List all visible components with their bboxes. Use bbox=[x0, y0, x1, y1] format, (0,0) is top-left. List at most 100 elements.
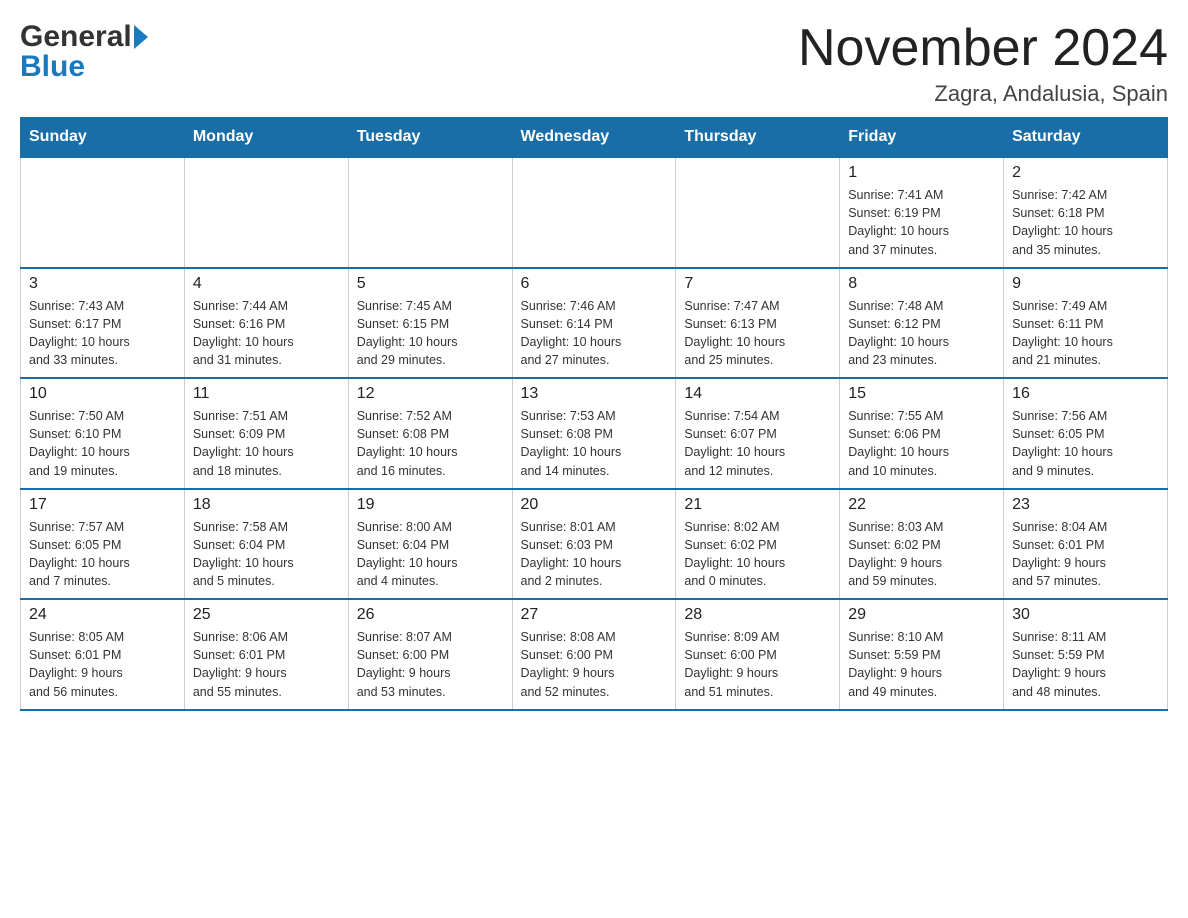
calendar-header-saturday: Saturday bbox=[1004, 118, 1168, 158]
day-info: Sunrise: 7:50 AMSunset: 6:10 PMDaylight:… bbox=[29, 407, 176, 480]
day-number: 3 bbox=[29, 275, 176, 293]
calendar-cell: 16 Sunrise: 7:56 AMSunset: 6:05 PMDayligh… bbox=[1004, 378, 1168, 489]
day-info: Sunrise: 8:07 AMSunset: 6:00 PMDaylight:… bbox=[357, 628, 504, 701]
calendar-cell: 24Sunrise: 8:05 AMSunset: 6:01 PMDayligh… bbox=[21, 599, 185, 710]
calendar-cell: 29Sunrise: 8:10 AMSunset: 5:59 PMDayligh… bbox=[840, 599, 1004, 710]
calendar-week-row: 17Sunrise: 7:57 AMSunset: 6:05 PMDayligh… bbox=[21, 489, 1168, 600]
logo-general-text: General bbox=[20, 20, 132, 54]
day-number: 6 bbox=[521, 275, 668, 293]
day-info: Sunrise: 8:05 AMSunset: 6:01 PMDaylight:… bbox=[29, 628, 176, 701]
calendar-cell: 11Sunrise: 7:51 AMSunset: 6:09 PMDayligh… bbox=[184, 378, 348, 489]
day-number: 2 bbox=[1012, 164, 1159, 182]
day-number: 28 bbox=[684, 606, 831, 624]
calendar-header-tuesday: Tuesday bbox=[348, 118, 512, 158]
day-info: Sunrise: 7:53 AMSunset: 6:08 PMDaylight:… bbox=[521, 407, 668, 480]
calendar-cell bbox=[348, 157, 512, 268]
day-number: 5 bbox=[357, 275, 504, 293]
location-text: Zagra, Andalusia, Spain bbox=[798, 81, 1168, 107]
calendar-cell: 27Sunrise: 8:08 AMSunset: 6:00 PMDayligh… bbox=[512, 599, 676, 710]
calendar-cell: 5 Sunrise: 7:45 AMSunset: 6:15 PMDaylight… bbox=[348, 268, 512, 379]
calendar-cell: 2 Sunrise: 7:42 AMSunset: 6:18 PMDaylight… bbox=[1004, 157, 1168, 268]
calendar-cell: 4 Sunrise: 7:44 AMSunset: 6:16 PMDaylight… bbox=[184, 268, 348, 379]
day-info: Sunrise: 8:01 AMSunset: 6:03 PMDaylight:… bbox=[521, 518, 668, 591]
day-number: 17 bbox=[29, 496, 176, 514]
calendar-cell: 28 Sunrise: 8:09 AMSunset: 6:00 PMDayligh… bbox=[676, 599, 840, 710]
calendar-cell: 13 Sunrise: 7:53 AMSunset: 6:08 PMDayligh… bbox=[512, 378, 676, 489]
day-number: 18 bbox=[193, 496, 340, 514]
calendar-cell: 10 Sunrise: 7:50 AMSunset: 6:10 PMDayligh… bbox=[21, 378, 185, 489]
day-number: 14 bbox=[684, 385, 831, 403]
day-number: 20 bbox=[521, 496, 668, 514]
day-number: 10 bbox=[29, 385, 176, 403]
calendar-header-sunday: Sunday bbox=[21, 118, 185, 158]
day-info: Sunrise: 7:47 AMSunset: 6:13 PMDaylight:… bbox=[684, 297, 831, 370]
day-number: 4 bbox=[193, 275, 340, 293]
title-block: November 2024 Zagra, Andalusia, Spain bbox=[798, 20, 1168, 107]
day-info: Sunrise: 8:03 AMSunset: 6:02 PMDaylight:… bbox=[848, 518, 995, 591]
calendar-cell: 19 Sunrise: 8:00 AMSunset: 6:04 PMDayligh… bbox=[348, 489, 512, 600]
day-number: 30 bbox=[1012, 606, 1159, 624]
day-number: 19 bbox=[357, 496, 504, 514]
day-number: 8 bbox=[848, 275, 995, 293]
calendar-cell: 26Sunrise: 8:07 AMSunset: 6:00 PMDayligh… bbox=[348, 599, 512, 710]
day-number: 13 bbox=[521, 385, 668, 403]
day-number: 11 bbox=[193, 385, 340, 403]
calendar-week-row: 24Sunrise: 8:05 AMSunset: 6:01 PMDayligh… bbox=[21, 599, 1168, 710]
calendar-table: SundayMondayTuesdayWednesdayThursdayFrid… bbox=[20, 117, 1168, 711]
logo-arrow-icon bbox=[134, 25, 148, 49]
day-number: 1 bbox=[848, 164, 995, 182]
day-info: Sunrise: 7:54 AMSunset: 6:07 PMDaylight:… bbox=[684, 407, 831, 480]
logo-blue-text: Blue bbox=[20, 50, 85, 83]
month-year-title: November 2024 bbox=[798, 20, 1168, 77]
calendar-cell: 8Sunrise: 7:48 AMSunset: 6:12 PMDaylight… bbox=[840, 268, 1004, 379]
calendar-cell: 9Sunrise: 7:49 AMSunset: 6:11 PMDaylight… bbox=[1004, 268, 1168, 379]
day-info: Sunrise: 7:41 AMSunset: 6:19 PMDaylight:… bbox=[848, 186, 995, 259]
calendar-cell bbox=[184, 157, 348, 268]
day-info: Sunrise: 7:55 AMSunset: 6:06 PMDaylight:… bbox=[848, 407, 995, 480]
day-info: Sunrise: 7:56 AMSunset: 6:05 PMDaylight:… bbox=[1012, 407, 1159, 480]
day-number: 23 bbox=[1012, 496, 1159, 514]
day-number: 21 bbox=[684, 496, 831, 514]
calendar-header-wednesday: Wednesday bbox=[512, 118, 676, 158]
day-number: 9 bbox=[1012, 275, 1159, 293]
calendar-week-row: 1 Sunrise: 7:41 AMSunset: 6:19 PMDaylight… bbox=[21, 157, 1168, 268]
calendar-cell: 22Sunrise: 8:03 AMSunset: 6:02 PMDayligh… bbox=[840, 489, 1004, 600]
calendar-cell bbox=[512, 157, 676, 268]
calendar-week-row: 3 Sunrise: 7:43 AMSunset: 6:17 PMDaylight… bbox=[21, 268, 1168, 379]
page-header: General Blue November 2024 Zagra, Andalu… bbox=[20, 20, 1168, 107]
day-info: Sunrise: 7:44 AMSunset: 6:16 PMDaylight:… bbox=[193, 297, 340, 370]
calendar-cell: 25 Sunrise: 8:06 AMSunset: 6:01 PMDayligh… bbox=[184, 599, 348, 710]
calendar-cell: 20 Sunrise: 8:01 AMSunset: 6:03 PMDayligh… bbox=[512, 489, 676, 600]
calendar-week-row: 10 Sunrise: 7:50 AMSunset: 6:10 PMDayligh… bbox=[21, 378, 1168, 489]
calendar-cell: 23 Sunrise: 8:04 AMSunset: 6:01 PMDayligh… bbox=[1004, 489, 1168, 600]
day-info: Sunrise: 7:43 AMSunset: 6:17 PMDaylight:… bbox=[29, 297, 176, 370]
day-number: 12 bbox=[357, 385, 504, 403]
calendar-header-thursday: Thursday bbox=[676, 118, 840, 158]
calendar-cell: 17Sunrise: 7:57 AMSunset: 6:05 PMDayligh… bbox=[21, 489, 185, 600]
day-info: Sunrise: 7:45 AMSunset: 6:15 PMDaylight:… bbox=[357, 297, 504, 370]
day-info: Sunrise: 8:04 AMSunset: 6:01 PMDaylight:… bbox=[1012, 518, 1159, 591]
calendar-cell: 14 Sunrise: 7:54 AMSunset: 6:07 PMDayligh… bbox=[676, 378, 840, 489]
logo: General Blue bbox=[20, 20, 148, 84]
calendar-cell: 7 Sunrise: 7:47 AMSunset: 6:13 PMDaylight… bbox=[676, 268, 840, 379]
calendar-cell: 30 Sunrise: 8:11 AMSunset: 5:59 PMDayligh… bbox=[1004, 599, 1168, 710]
day-number: 25 bbox=[193, 606, 340, 624]
day-info: Sunrise: 8:11 AMSunset: 5:59 PMDaylight:… bbox=[1012, 628, 1159, 701]
calendar-cell bbox=[21, 157, 185, 268]
calendar-cell bbox=[676, 157, 840, 268]
calendar-cell: 12Sunrise: 7:52 AMSunset: 6:08 PMDayligh… bbox=[348, 378, 512, 489]
calendar-cell: 3 Sunrise: 7:43 AMSunset: 6:17 PMDaylight… bbox=[21, 268, 185, 379]
calendar-header-friday: Friday bbox=[840, 118, 1004, 158]
calendar-cell: 18Sunrise: 7:58 AMSunset: 6:04 PMDayligh… bbox=[184, 489, 348, 600]
day-info: Sunrise: 8:00 AMSunset: 6:04 PMDaylight:… bbox=[357, 518, 504, 591]
day-number: 15 bbox=[848, 385, 995, 403]
day-info: Sunrise: 7:42 AMSunset: 6:18 PMDaylight:… bbox=[1012, 186, 1159, 259]
calendar-cell: 6 Sunrise: 7:46 AMSunset: 6:14 PMDaylight… bbox=[512, 268, 676, 379]
day-info: Sunrise: 8:09 AMSunset: 6:00 PMDaylight:… bbox=[684, 628, 831, 701]
calendar-cell: 15 Sunrise: 7:55 AMSunset: 6:06 PMDayligh… bbox=[840, 378, 1004, 489]
day-number: 16 bbox=[1012, 385, 1159, 403]
day-number: 7 bbox=[684, 275, 831, 293]
day-info: Sunrise: 7:46 AMSunset: 6:14 PMDaylight:… bbox=[521, 297, 668, 370]
day-info: Sunrise: 8:06 AMSunset: 6:01 PMDaylight:… bbox=[193, 628, 340, 701]
day-number: 29 bbox=[848, 606, 995, 624]
